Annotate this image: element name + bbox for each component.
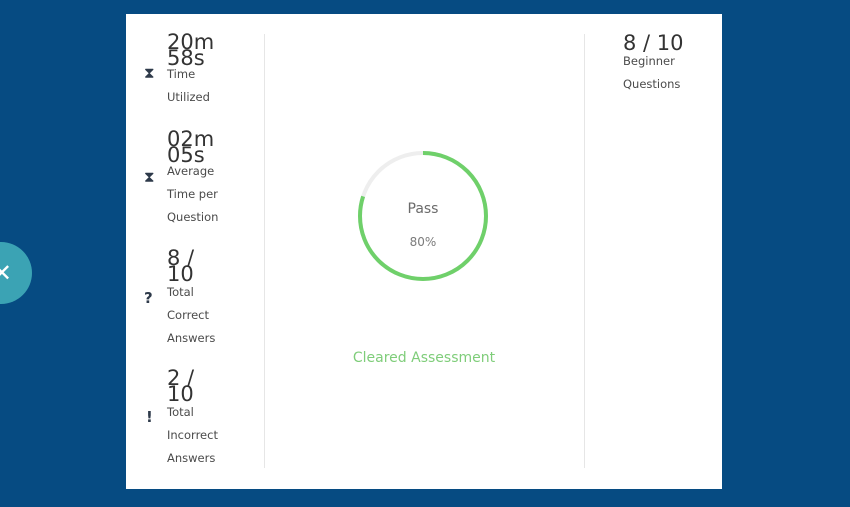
close-button[interactable]: ✕ — [0, 242, 32, 304]
stat-label: Total Incorrect Answers — [167, 401, 247, 470]
stat-label-line: Question — [167, 210, 219, 224]
stat-value: 20m 58s — [167, 30, 215, 70]
level-label-line: Beginner — [623, 54, 675, 68]
stat-time-utilized: ⧗ 20m 58s Time Utilized — [140, 30, 260, 124]
stats-column: ⧗ 20m 58s Time Utilized ⧗ 02m 05s Averag… — [126, 14, 264, 489]
stat-label-line: Time — [167, 67, 196, 81]
stat-value: 02m 05s — [167, 127, 215, 167]
right-divider — [584, 34, 585, 468]
hourglass-icon: ⧗ — [144, 64, 155, 82]
level-label: Beginner Questions — [623, 50, 713, 96]
result-percent: 80% — [409, 235, 437, 249]
stat-incorrect-answers: ! 2 / 10 Total Incorrect Answers — [140, 366, 260, 480]
hourglass-icon: ⧗ — [144, 168, 155, 186]
stat-label-line: Time per — [167, 187, 218, 201]
stat-label: Time Utilized — [167, 63, 247, 109]
stat-label: Total Correct Answers — [167, 281, 247, 350]
assessment-result-card: ⧗ 20m 58s Time Utilized ⧗ 02m 05s Averag… — [126, 14, 722, 489]
stat-label: Average Time per Question — [167, 160, 247, 229]
stat-label-line: Answers — [167, 331, 216, 345]
stat-label-line: Correct — [167, 308, 209, 322]
stat-value: 8 / 10 — [167, 246, 195, 286]
left-divider — [264, 34, 265, 468]
stat-label-line: Utilized — [167, 90, 210, 104]
stat-label-line: Answers — [167, 451, 216, 465]
stat-label-line: Total — [167, 285, 194, 299]
result-status: Pass — [407, 201, 439, 217]
level-label-line: Questions — [623, 77, 681, 91]
stat-average-time: ⧗ 02m 05s Average Time per Question — [140, 127, 260, 241]
result-screen: ⧗ 20m 58s Time Utilized ⧗ 02m 05s Averag… — [0, 0, 850, 507]
stat-correct-answers: ? 8 / 10 Total Correct Answers — [140, 246, 260, 360]
question-icon: ? — [144, 289, 153, 307]
exclamation-icon: ! — [146, 408, 153, 426]
stat-label-line: Average — [167, 164, 215, 178]
stat-value: 2 / 10 — [167, 366, 195, 406]
close-icon: ✕ — [0, 259, 12, 287]
result-message: Cleared Assessment — [352, 350, 496, 366]
stat-label-line: Total — [167, 405, 194, 419]
stat-label-line: Incorrect — [167, 428, 218, 442]
